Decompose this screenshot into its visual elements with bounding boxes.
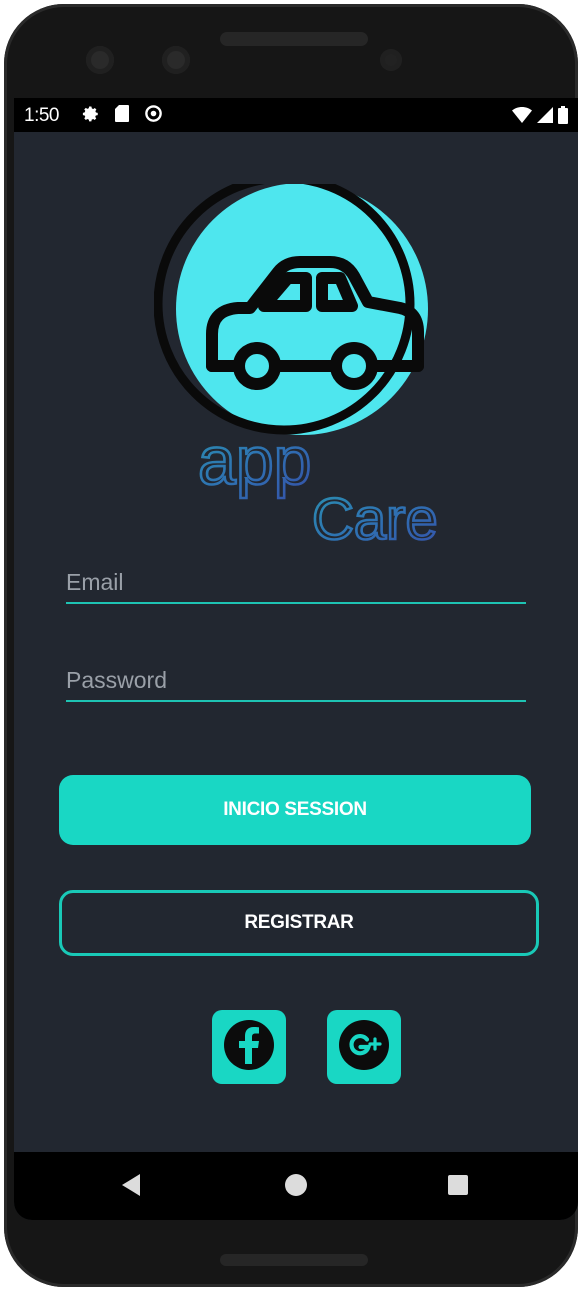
status-icons-right (512, 106, 568, 129)
status-bar: 1:50 (14, 98, 578, 132)
recents-icon[interactable] (448, 1175, 468, 1195)
status-icons-left (82, 104, 163, 128)
app-screen: 1:50 app Care Email INICIO SESSION REGIS… (14, 98, 578, 1220)
logo-word-care: Care (312, 487, 438, 552)
navigation-bar (14, 1152, 578, 1220)
password-field[interactable] (66, 660, 526, 702)
password-input[interactable] (66, 660, 526, 700)
phone-frame: 1:50 app Care Email INICIO SESSION REGIS… (4, 4, 578, 1287)
facebook-icon (222, 1018, 276, 1077)
bottom-speaker (220, 1254, 368, 1266)
data-saver-icon (144, 104, 163, 128)
sd-card-icon (114, 104, 130, 128)
status-time: 1:50 (24, 105, 59, 126)
google-plus-login-button[interactable] (327, 1010, 401, 1084)
front-camera (86, 46, 114, 74)
logo-word-app: app (198, 423, 311, 499)
register-button[interactable]: REGISTRAR (59, 890, 539, 956)
back-icon[interactable] (122, 1174, 140, 1196)
earpiece (220, 32, 368, 46)
app-logo: app Care (153, 173, 444, 554)
proximity-sensor (380, 49, 402, 71)
login-button[interactable]: INICIO SESSION (59, 775, 531, 845)
home-icon[interactable] (285, 1174, 307, 1196)
google-plus-icon (337, 1018, 391, 1077)
battery-icon (558, 106, 568, 129)
email-input[interactable] (66, 562, 526, 602)
facebook-login-button[interactable] (212, 1010, 286, 1084)
wifi-icon (512, 107, 532, 128)
gear-icon (82, 105, 100, 128)
front-sensor (162, 46, 190, 74)
email-field[interactable] (66, 562, 526, 604)
signal-icon (537, 107, 553, 128)
